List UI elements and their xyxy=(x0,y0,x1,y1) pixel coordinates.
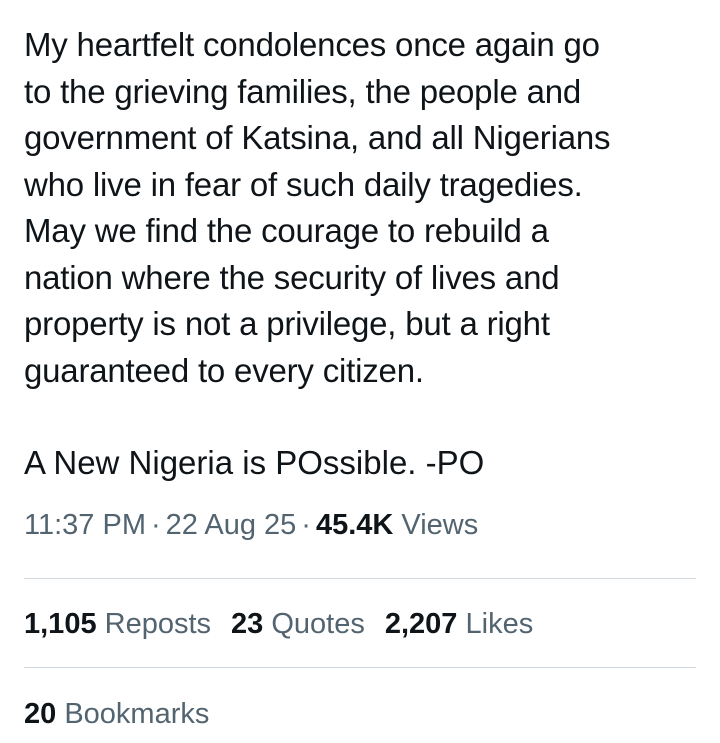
reposts-label: Reposts xyxy=(104,608,212,640)
likes-count: 2,207 xyxy=(384,608,458,640)
tweet-detail: My heartfelt condolences once again go t… xyxy=(24,22,696,543)
divider-middle xyxy=(24,667,696,668)
meta-separator: · xyxy=(301,508,311,541)
tweet-time-link[interactable]: 11:37 PM xyxy=(24,509,146,541)
bookmarks-label: Bookmarks xyxy=(64,698,210,730)
views-label: Views xyxy=(401,508,479,541)
tweet-text-line: government of Katsina, and all Nigerians xyxy=(24,119,611,156)
quotes-label: Quotes xyxy=(271,608,365,640)
tweet-text-line: who live in fear of such daily tragedies… xyxy=(24,165,583,203)
divider-top xyxy=(24,578,696,579)
bookmarks-stat: 20 Bookmarks xyxy=(24,696,209,732)
reposts-link[interactable]: 1,105 Reposts xyxy=(24,606,211,642)
tweet-text-line: property is not a privilege, but a right xyxy=(24,305,550,342)
tweet-text-line: May we find the courage to rebuild a xyxy=(24,212,549,249)
likes-link[interactable]: 2,207 Likes xyxy=(385,606,533,642)
tweet-text: My heartfelt condolences once again go t… xyxy=(24,22,696,394)
views-link[interactable]: 45.4K Views xyxy=(316,509,478,541)
bookmarks-link[interactable]: 20 Bookmarks xyxy=(24,698,209,730)
tweet-meta: 11:37 PM · 22 Aug 25 · 45.4K Views xyxy=(24,507,696,543)
likes-label: Likes xyxy=(465,608,534,640)
quotes-count: 23 xyxy=(231,608,264,640)
engagement-stats: 1,105 Reposts 23 Quotes 2,207 Likes xyxy=(24,606,553,642)
tweet-text-line: to the grieving families, the people and xyxy=(24,72,582,110)
tweet-signature: A New Nigeria is POssible. -PO xyxy=(24,444,485,481)
tweet-date-link[interactable]: 22 Aug 25 xyxy=(166,509,297,541)
bookmarks-count: 20 xyxy=(24,698,57,730)
reposts-count: 1,105 xyxy=(24,608,97,640)
tweet-text-line: nation where the security of lives and xyxy=(24,258,560,296)
tweet-text-line: My heartfelt condolences once again go xyxy=(24,26,600,63)
meta-separator: · xyxy=(150,508,161,541)
quotes-link[interactable]: 23 Quotes xyxy=(231,606,365,642)
tweet-text-line: guaranteed to every citizen. xyxy=(24,351,424,389)
views-count: 45.4K xyxy=(315,508,394,541)
